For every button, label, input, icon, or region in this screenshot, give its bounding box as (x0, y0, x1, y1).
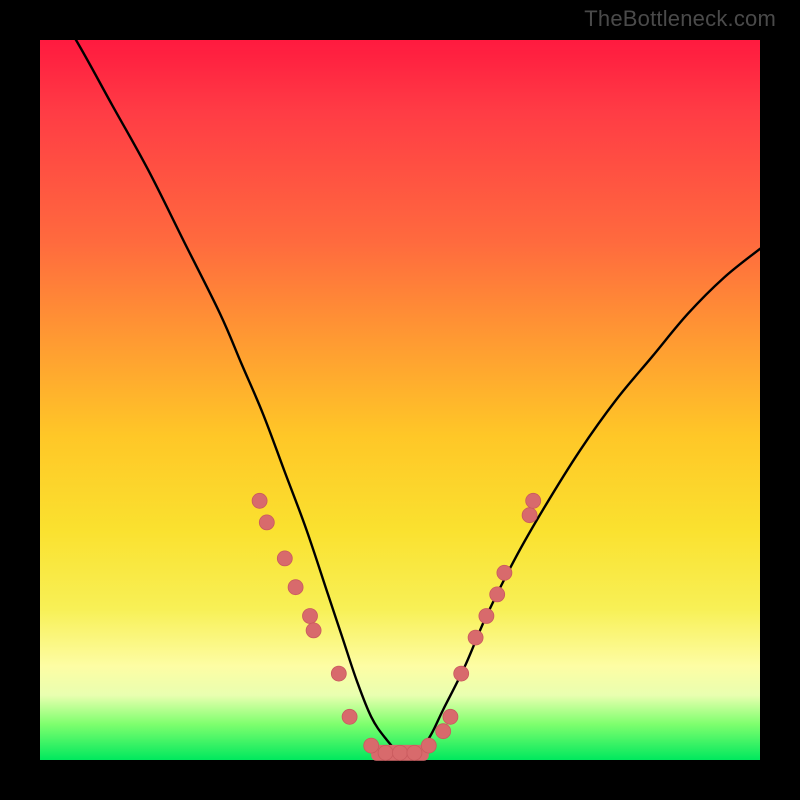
plot-area (40, 40, 760, 760)
curve-marker (303, 609, 318, 624)
watermark-text: TheBottleneck.com (584, 6, 776, 32)
curve-marker (252, 493, 267, 508)
curve-marker (288, 580, 303, 595)
curve-marker (393, 745, 408, 760)
curve-marker (526, 493, 541, 508)
curve-marker (378, 745, 393, 760)
curve-marker (364, 738, 379, 753)
curve-marker (421, 738, 436, 753)
curve-marker (497, 565, 512, 580)
curve-marker (522, 508, 537, 523)
curve-marker (436, 724, 451, 739)
curve-marker (468, 630, 483, 645)
curve-marker (490, 587, 505, 602)
curve-markers (252, 493, 541, 760)
chart-frame: TheBottleneck.com (0, 0, 800, 800)
curve-marker (277, 551, 292, 566)
curve-marker (454, 666, 469, 681)
curve-marker (342, 709, 357, 724)
curve-marker (407, 745, 422, 760)
curve-marker (259, 515, 274, 530)
bottleneck-curve (40, 0, 760, 755)
curve-marker (306, 623, 321, 638)
chart-svg (40, 40, 760, 760)
curve-marker (479, 609, 494, 624)
curve-marker (443, 709, 458, 724)
curve-marker (331, 666, 346, 681)
